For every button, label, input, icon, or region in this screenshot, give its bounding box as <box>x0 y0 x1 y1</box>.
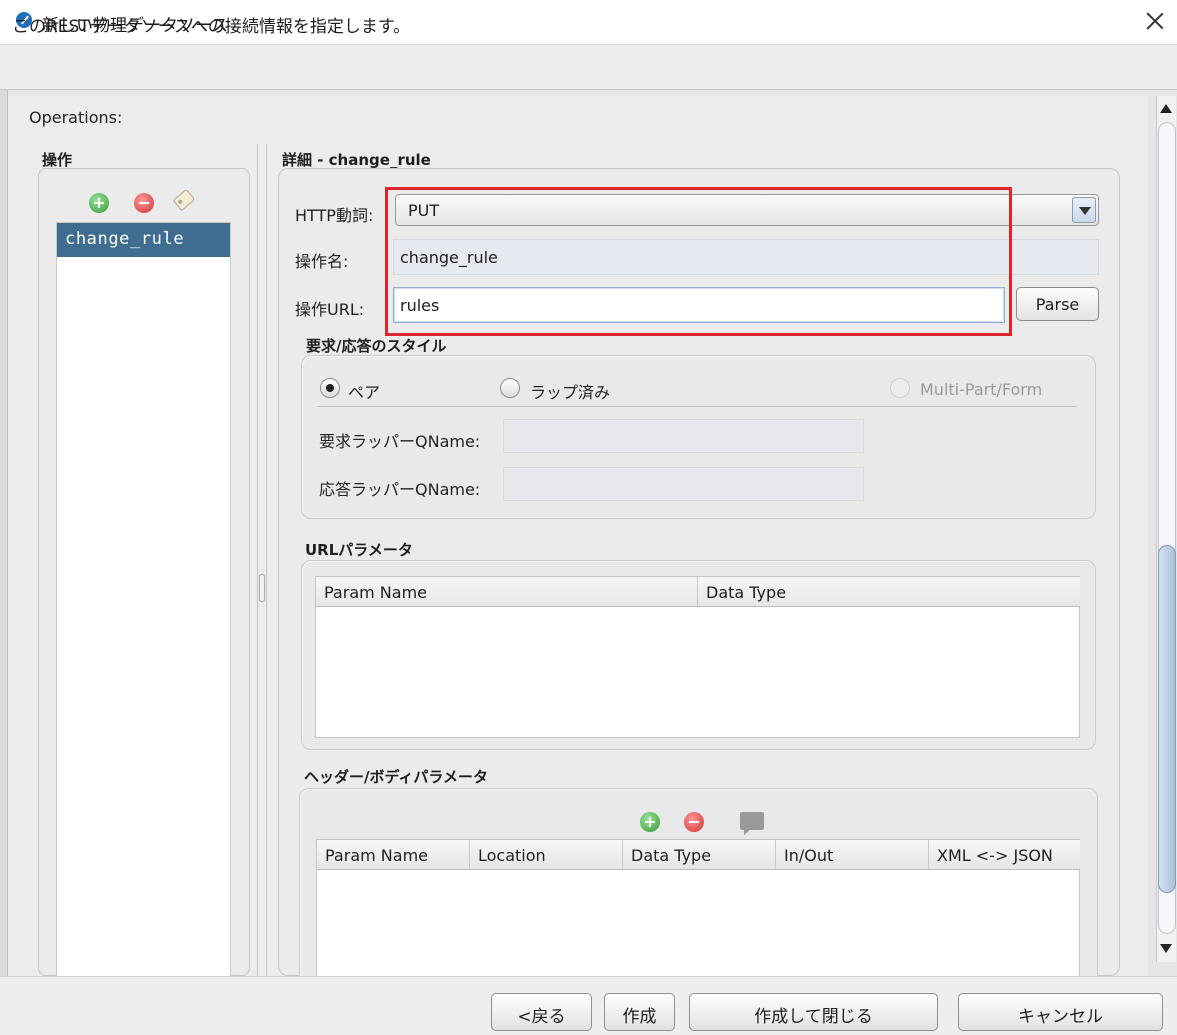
request-wrapper-label: 要求ラッパーQName: <box>319 432 481 451</box>
radio-pair[interactable] <box>320 378 340 398</box>
column-header-param-name[interactable]: Param Name <box>317 840 470 870</box>
chevron-down-icon[interactable] <box>1072 197 1096 223</box>
highlight-box <box>385 187 1012 336</box>
radio-pair-label: ペア <box>348 383 381 402</box>
operations-list[interactable] <box>56 222 231 976</box>
column-header-param-name[interactable]: Param Name <box>316 577 698 607</box>
scroll-thumb[interactable] <box>1158 545 1176 893</box>
operations-label: Operations: <box>29 108 123 127</box>
radio-multipart <box>890 378 910 398</box>
column-header-data-type[interactable]: Data Type <box>698 577 1080 607</box>
close-icon[interactable] <box>1138 4 1172 38</box>
detail-title: 詳細 - change_rule <box>282 151 431 169</box>
operation-name-label: 操作名: <box>295 252 349 271</box>
list-item[interactable]: change_rule <box>57 223 230 257</box>
scroll-down-icon[interactable] <box>1158 938 1174 958</box>
url-params-title: URLパラメータ <box>305 541 413 559</box>
create-and-close-button[interactable]: 作成して閉じる <box>689 993 938 1031</box>
request-wrapper-field <box>503 419 864 453</box>
operation-url-label: 操作URL: <box>295 300 365 319</box>
http-verb-label: HTTP動詞: <box>295 206 374 225</box>
header-body-params-title: ヘッダー/ボディパラメータ <box>304 768 488 786</box>
scroll-up-icon[interactable] <box>1158 98 1174 118</box>
left-gutter <box>0 90 8 976</box>
create-button[interactable]: 作成 <box>604 993 675 1031</box>
column-header-in-out[interactable]: In/Out <box>776 840 929 870</box>
column-header-data-type[interactable]: Data Type <box>623 840 776 870</box>
add-icon[interactable] <box>89 193 109 213</box>
radio-multipart-label: Multi-Part/Form <box>920 380 1043 399</box>
description-text: このRESTデータソースへの接続情報を指定します。 <box>12 17 411 37</box>
column-header-location[interactable]: Location <box>470 840 623 870</box>
add-icon[interactable] <box>640 812 660 832</box>
response-wrapper-field <box>503 467 864 501</box>
remove-icon[interactable] <box>684 812 704 832</box>
response-wrapper-label: 応答ラッパーQName: <box>319 480 481 499</box>
cancel-button[interactable]: キャンセル <box>958 993 1163 1031</box>
header-body-params-table[interactable]: Param Name Location Data Type In/Out XML… <box>316 839 1080 976</box>
back-button[interactable]: <戻る <box>491 993 592 1031</box>
description-bar <box>0 44 1177 90</box>
divider <box>317 406 1077 407</box>
splitter-handle[interactable] <box>259 574 265 602</box>
url-params-table[interactable]: Param Name Data Type <box>315 576 1080 738</box>
parse-button[interactable]: Parse <box>1016 287 1099 321</box>
remove-icon[interactable] <box>134 193 154 213</box>
radio-wrapped-label: ラップ済み <box>530 383 611 402</box>
splitter[interactable] <box>257 144 267 976</box>
style-section-title: 要求/応答のスタイル <box>306 337 447 355</box>
radio-wrapped[interactable] <box>500 378 520 398</box>
operations-list-title: 操作 <box>42 151 73 169</box>
comment-icon <box>740 812 764 835</box>
column-header-xml-json[interactable]: XML <-> JSON <box>929 840 1080 870</box>
